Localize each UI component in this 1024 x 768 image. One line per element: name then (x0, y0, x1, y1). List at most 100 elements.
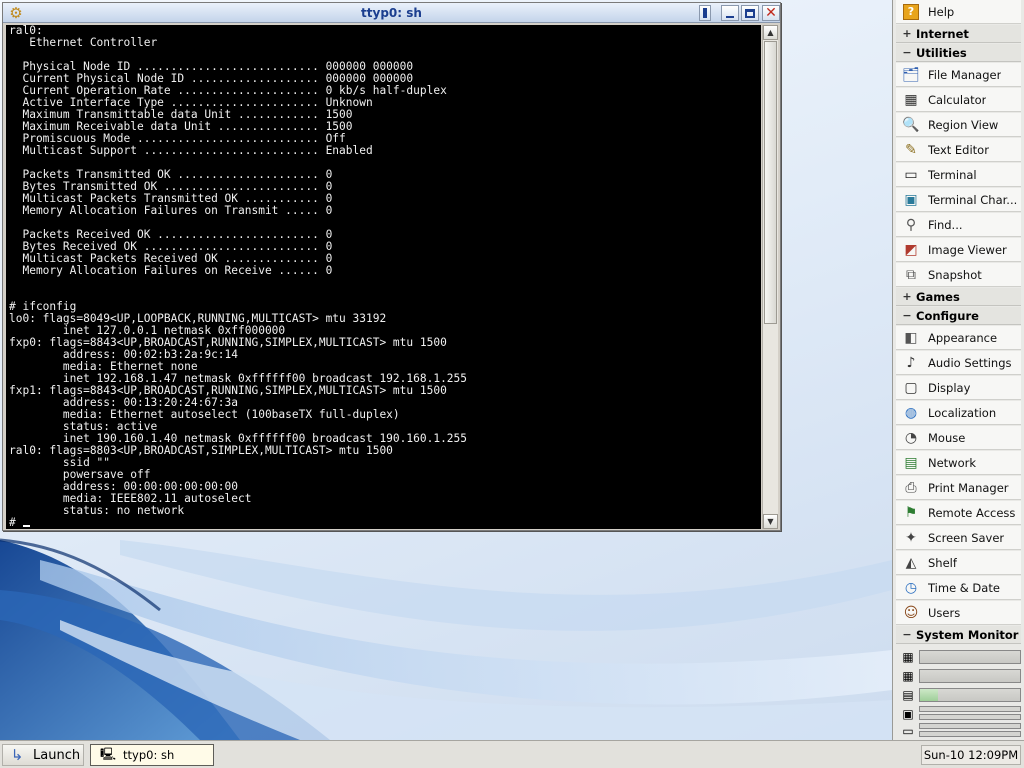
disk-bar-1 (919, 706, 1021, 712)
image-viewer-icon: ◩ (904, 241, 918, 258)
memory-usage-bar (919, 688, 1021, 702)
terminal-scrollbar[interactable]: ▲ ▼ (762, 25, 778, 529)
panel-item-audio-settings[interactable]: ♪ Audio Settings (896, 351, 1021, 375)
memory-module-icon: ▤ (902, 688, 914, 702)
memory-usage-fill (920, 689, 938, 701)
remote-access-icon: ⚑ (904, 504, 918, 521)
panel-item-mouse[interactable]: ◔ Mouse (896, 426, 1021, 450)
panel-item-find[interactable]: ⚲ Find... (896, 213, 1021, 237)
panel-item-screen-saver[interactable]: ✦ Screen Saver (896, 526, 1021, 550)
panel-item-help[interactable]: ? Help (896, 0, 1021, 24)
panel-item-calculator[interactable]: ▦ Calculator (896, 88, 1021, 112)
panel-item-label: Time & Date (928, 580, 1000, 595)
calculator-icon: ▦ (904, 91, 918, 108)
terminal-charmap-icon: ▣ (904, 191, 918, 208)
panel-item-remote-access[interactable]: ⚑ Remote Access (896, 501, 1021, 525)
section-label: Utilities (916, 45, 967, 60)
monitor-network: ▭ (896, 722, 1021, 740)
mouse-icon: ◔ (904, 429, 918, 446)
launch-button[interactable]: ↳ Launch (2, 744, 84, 766)
disk-icon: ▣ (902, 707, 914, 721)
panel-item-display[interactable]: ▢ Display (896, 376, 1021, 400)
cpu-chip-icon: ▦ (902, 669, 914, 683)
text-editor-icon: ✎ (905, 141, 917, 158)
panel-item-appearance[interactable]: ◧ Appearance (896, 326, 1021, 350)
panel-item-terminal[interactable]: ▭ Terminal (896, 163, 1021, 187)
terminal-cursor (23, 525, 30, 527)
section-utilities[interactable]: − Utilities (896, 44, 1021, 62)
terminal-text: ral0: Ethernet Controller Physical Node … (9, 25, 468, 529)
panel-item-label: Image Viewer (928, 242, 1007, 257)
panel-item-label: Region View (928, 117, 999, 132)
shelf-icon: ◭ (905, 554, 917, 571)
panel-item-snapshot[interactable]: ⧉ Snapshot (896, 263, 1021, 287)
panel-item-label: Shelf (928, 555, 957, 570)
taskbar: ↳ Launch 🖳 ttyp0: sh Sun-10 12:09PM (0, 740, 1024, 768)
panel-item-label: Calculator (928, 92, 987, 107)
expand-plus-icon: + (902, 290, 912, 303)
window-shade-button[interactable] (699, 5, 711, 21)
launch-label: Launch (33, 747, 81, 763)
launcher-panel: ? Help + Internet − Utilities 🗂 File Mana… (892, 0, 1024, 740)
network-card-icon: ▭ (902, 724, 914, 738)
panel-item-time-date[interactable]: ◷ Time & Date (896, 576, 1021, 600)
panel-item-label: File Manager (928, 67, 1002, 82)
panel-item-label: Screen Saver (928, 530, 1005, 545)
clock[interactable]: Sun-10 12:09PM (921, 745, 1021, 765)
window-maximize-button[interactable] (741, 5, 759, 21)
disk-bar-2 (919, 714, 1021, 720)
window-close-button[interactable]: ✕ (762, 5, 780, 21)
taskbar-item-terminal[interactable]: 🖳 ttyp0: sh (90, 744, 214, 766)
section-label: Games (916, 289, 960, 304)
panel-item-region-view[interactable]: 🔍 Region View (896, 113, 1021, 137)
clock-icon: ◷ (904, 579, 918, 596)
display-icon: ▢ (904, 379, 918, 396)
panel-item-shelf[interactable]: ◭ Shelf (896, 551, 1021, 575)
file-manager-icon: 🗂 (902, 66, 920, 83)
window-menu-gear-icon[interactable]: ⚙ (7, 4, 25, 22)
network-icon: ▤ (904, 454, 918, 471)
monitor-cpu2: ▦ (896, 667, 1021, 685)
scroll-up-arrow-icon[interactable]: ▲ (763, 25, 778, 40)
terminal-icon: ▭ (904, 166, 918, 183)
scroll-down-arrow-icon[interactable]: ▼ (763, 514, 778, 529)
panel-item-label: Audio Settings (928, 355, 1012, 370)
panel-item-label: Snapshot (928, 267, 982, 282)
panel-item-print-manager[interactable]: ⎙ Print Manager (896, 476, 1021, 500)
panel-item-label: Appearance (928, 330, 998, 345)
panel-item-terminal-char[interactable]: ▣ Terminal Char... (896, 188, 1021, 212)
panel-item-file-manager[interactable]: 🗂 File Manager (896, 63, 1021, 87)
panel-item-label: Users (928, 605, 961, 620)
collapse-minus-icon: − (902, 309, 912, 322)
panel-item-network[interactable]: ▤ Network (896, 451, 1021, 475)
monitor-disk: ▣ (896, 705, 1021, 723)
cpu2-usage-bar (919, 669, 1021, 683)
section-label: System Monitor (916, 627, 1019, 642)
panel-item-label: Print Manager (928, 480, 1009, 495)
panel-item-text-editor[interactable]: ✎ Text Editor (896, 138, 1021, 162)
terminal-output-area[interactable]: ral0: Ethernet Controller Physical Node … (6, 25, 761, 529)
panel-item-localization[interactable]: ◍ Localization (896, 401, 1021, 425)
scrollbar-thumb[interactable] (764, 41, 777, 324)
minimize-icon (726, 15, 734, 18)
terminal-window[interactable]: ⚙ ttyp0: sh ✕ ral0: Ethernet Controller … (2, 2, 781, 531)
shade-icon (703, 8, 707, 18)
section-games[interactable]: + Games (896, 288, 1021, 306)
taskbar-item-label: ttyp0: sh (123, 748, 175, 762)
printer-icon: ⎙ (905, 479, 917, 496)
globe-icon: ◍ (904, 404, 918, 421)
section-configure[interactable]: − Configure (896, 307, 1021, 325)
window-minimize-button[interactable] (721, 5, 739, 21)
screen-saver-icon: ✦ (905, 529, 917, 546)
collapse-minus-icon: − (902, 628, 912, 641)
panel-item-users[interactable]: ☺ Users (896, 601, 1021, 625)
network-bar-2 (919, 731, 1021, 737)
panel-item-label: Localization (928, 405, 997, 420)
section-label: Configure (916, 308, 979, 323)
panel-item-label: Mouse (928, 430, 966, 445)
panel-item-image-viewer[interactable]: ◩ Image Viewer (896, 238, 1021, 262)
section-system-monitor[interactable]: − System Monitor (896, 626, 1021, 644)
section-internet[interactable]: + Internet (896, 25, 1021, 43)
window-title-bar[interactable]: ⚙ ttyp0: sh ✕ (3, 3, 780, 23)
panel-item-label: Terminal (928, 167, 977, 182)
